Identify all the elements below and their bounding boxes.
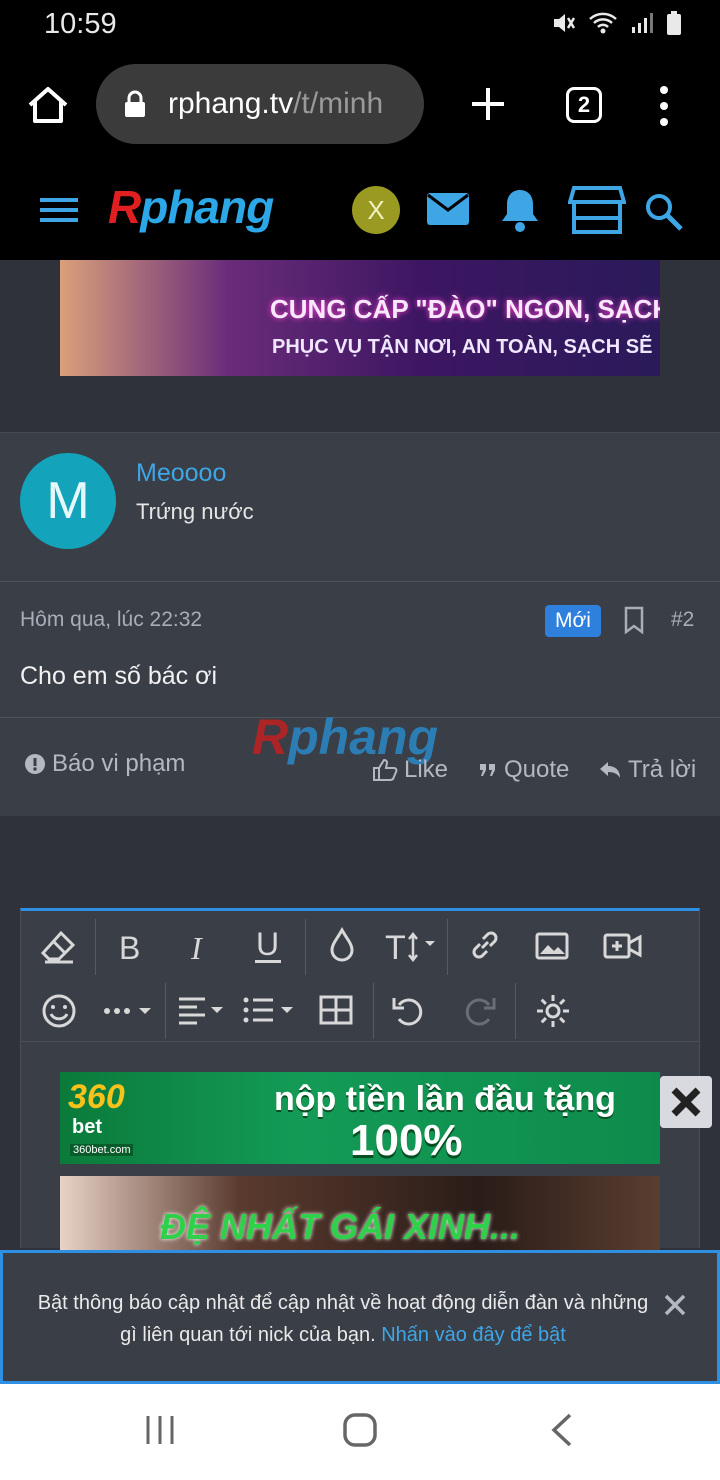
eraser-icon[interactable] xyxy=(41,929,77,965)
status-bar: 10:59 xyxy=(0,0,720,50)
author-title: Trứng nước xyxy=(136,499,254,524)
user-avatar[interactable]: X xyxy=(352,186,400,234)
video-icon[interactable] xyxy=(603,931,643,961)
svg-text:U: U xyxy=(256,927,279,962)
toolbar-separator xyxy=(447,919,448,975)
url-path: /t/minh xyxy=(293,87,384,120)
toolbar-separator xyxy=(95,919,96,975)
logo-r: R xyxy=(108,181,141,233)
svg-text:B: B xyxy=(119,930,140,963)
post-author-card: M Meoooo Trứng nước xyxy=(0,432,720,582)
link-icon[interactable] xyxy=(467,927,503,963)
home-nav-icon[interactable] xyxy=(342,1412,378,1448)
new-tab-icon[interactable] xyxy=(466,82,510,126)
list-icon[interactable] xyxy=(243,995,297,1025)
search-icon[interactable] xyxy=(644,192,684,232)
banner-line-1: CUNG CẤP "ĐÀO" NGON, SẠCH xyxy=(270,294,660,324)
site-logo[interactable]: Rphang xyxy=(108,180,274,234)
reply-icon xyxy=(600,762,620,778)
signal-icon xyxy=(632,13,653,33)
more-options-icon[interactable] xyxy=(103,1001,155,1021)
post-number[interactable]: #2 xyxy=(671,608,694,632)
quote-icon xyxy=(480,764,495,776)
undo-icon[interactable] xyxy=(391,993,427,1029)
ad-2-text: ĐỆ NHẤT GÁI XINH... xyxy=(160,1206,521,1247)
close-icon[interactable] xyxy=(663,1293,687,1317)
more-menu-icon[interactable] xyxy=(654,84,674,128)
font-size-icon[interactable]: T xyxy=(385,927,441,965)
quote-button[interactable]: Quote xyxy=(478,756,569,784)
banner-ad-top[interactable]: CUNG CẤP "ĐÀO" NGON, SẠCH PHỤC VỤ TẬN NƠ… xyxy=(60,260,660,376)
post-date[interactable]: Hôm qua, lúc 22:32 xyxy=(20,608,202,632)
tab-switcher-button[interactable]: 2 xyxy=(566,87,602,123)
back-icon[interactable] xyxy=(550,1412,574,1448)
recent-apps-icon[interactable] xyxy=(144,1414,176,1446)
svg-text:I: I xyxy=(190,930,203,963)
svg-text:T: T xyxy=(385,929,406,965)
wifi-icon xyxy=(589,12,617,34)
bold-icon[interactable]: B xyxy=(117,929,145,963)
bell-icon[interactable] xyxy=(498,186,542,234)
toolbar-separator xyxy=(373,983,374,1039)
image-icon[interactable] xyxy=(535,931,569,961)
reply-button[interactable]: Trả lời xyxy=(598,756,696,784)
ad-brand-2: bet xyxy=(72,1116,102,1138)
ad-domain: 360bet.com xyxy=(70,1144,134,1156)
toolbar-separator xyxy=(515,983,516,1039)
ad-percent: 100% xyxy=(350,1116,463,1164)
browser-toolbar: rphang.tv/t/minh 2 xyxy=(0,50,720,162)
watermark-r: R xyxy=(252,709,289,765)
thumbs-up-icon xyxy=(373,758,398,781)
battery-icon xyxy=(667,11,681,35)
quote-label: Quote xyxy=(504,756,570,783)
editor-divider xyxy=(21,1041,699,1042)
clock: 10:59 xyxy=(44,8,117,40)
status-icons xyxy=(550,10,682,36)
android-nav-bar xyxy=(0,1384,720,1480)
store-icon[interactable] xyxy=(568,184,626,236)
enable-notifications-link[interactable]: Nhấn vào đây để bật xyxy=(381,1324,566,1346)
toolbar-separator xyxy=(305,919,306,975)
emoji-icon[interactable] xyxy=(41,993,77,1029)
redo-icon[interactable] xyxy=(461,993,497,1029)
underline-icon[interactable]: U xyxy=(251,927,285,965)
align-icon[interactable] xyxy=(177,995,229,1025)
report-label: Báo vi phạm xyxy=(52,750,186,777)
notification-text: Bật thông báo cập nhật để cập nhật về ho… xyxy=(33,1287,653,1351)
ad-headline: nộp tiền lần đầu tặng xyxy=(274,1080,616,1118)
report-button[interactable]: Báo vi phạm xyxy=(24,750,185,778)
ad-brand: 360 xyxy=(68,1078,125,1116)
logo-rest: phang xyxy=(140,181,274,233)
color-drop-icon[interactable] xyxy=(329,927,355,963)
banner-line-2: PHỤC VỤ TẬN NƠI, AN TOÀN, SẠCH SẼ xyxy=(272,336,653,358)
like-button[interactable]: Like xyxy=(372,756,448,784)
settings-gear-icon[interactable] xyxy=(535,993,571,1029)
new-badge: Mới xyxy=(545,605,601,637)
table-icon[interactable] xyxy=(319,995,353,1025)
url-text: rphang.tv/t/minh xyxy=(168,87,383,121)
ad-close-icon[interactable] xyxy=(660,1076,712,1128)
site-header: Rphang X xyxy=(0,162,720,260)
url-host: rphang.tv xyxy=(168,87,294,120)
italic-icon[interactable]: I xyxy=(187,929,215,963)
address-bar[interactable]: rphang.tv/t/minh xyxy=(96,64,424,144)
lock-icon xyxy=(125,90,145,117)
push-notification-prompt: Bật thông báo cập nhật để cập nhật về ho… xyxy=(0,1250,720,1384)
home-icon[interactable] xyxy=(26,83,70,127)
author-name[interactable]: Meoooo xyxy=(136,459,226,488)
ad-banner-2[interactable]: ĐỆ NHẤT GÁI XINH... xyxy=(60,1176,660,1250)
hamburger-menu-icon[interactable] xyxy=(40,194,80,226)
mail-icon[interactable] xyxy=(426,192,470,226)
toolbar-separator xyxy=(165,983,166,1039)
like-label: Like xyxy=(404,756,449,783)
author-avatar[interactable]: M xyxy=(20,453,116,549)
alert-icon xyxy=(25,754,45,774)
ad-360bet[interactable]: 360 bet 360bet.com nộp tiền lần đầu tặng… xyxy=(60,1072,660,1164)
bookmark-icon[interactable] xyxy=(624,606,644,634)
post-text: Cho em số bác ơi xyxy=(20,662,218,690)
reply-label: Trả lời xyxy=(628,756,697,783)
post-content: Hôm qua, lúc 22:32 Mới #2 Cho em số bác … xyxy=(0,582,720,816)
mute-icon xyxy=(554,14,576,32)
